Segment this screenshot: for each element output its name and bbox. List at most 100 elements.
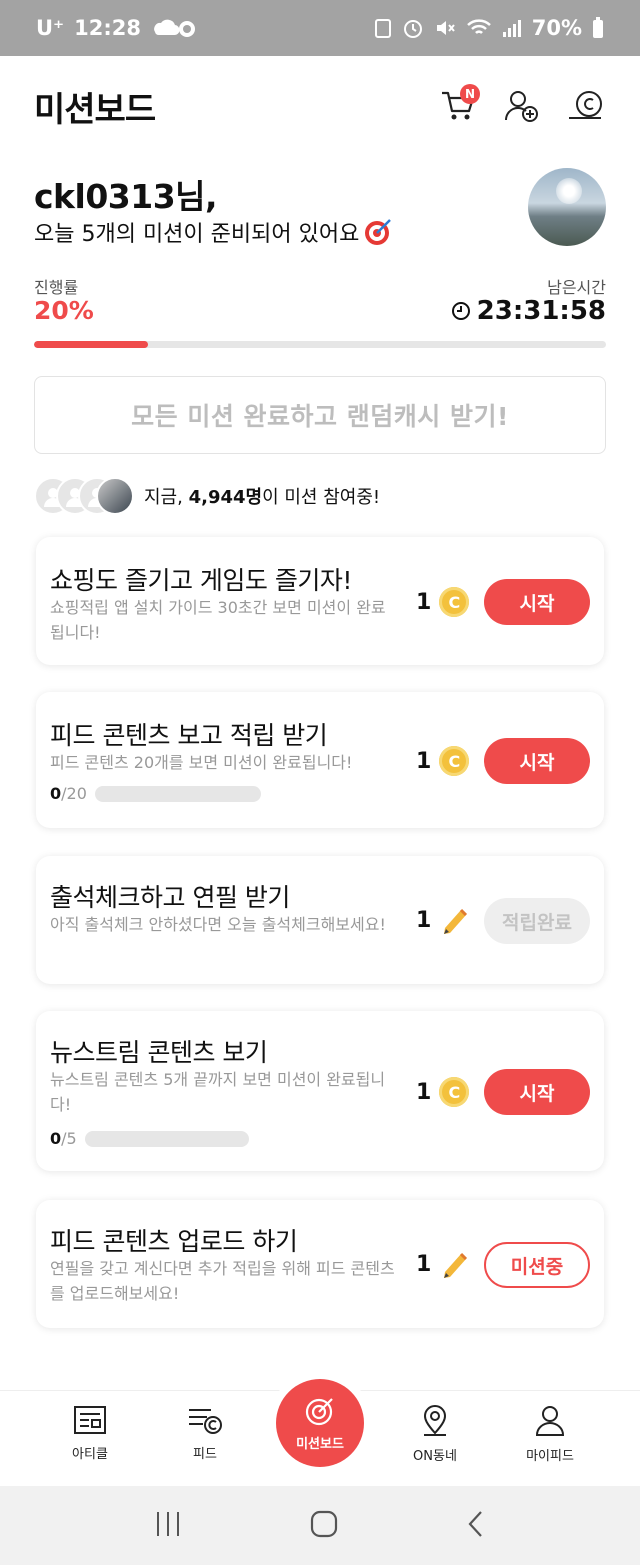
participant-avatars <box>34 477 134 515</box>
pencil-icon <box>444 1252 468 1278</box>
wifi-icon <box>466 17 492 39</box>
progress-total: /5 <box>61 1129 77 1148</box>
location-pin-icon <box>423 1405 447 1436</box>
nav-town[interactable]: ON동네 <box>390 1405 480 1464</box>
mute-icon <box>434 17 456 39</box>
mission-reward: 1 C <box>416 587 470 617</box>
mission-progress: 0/20 <box>50 784 261 803</box>
nav-my-feed[interactable]: 마이피드 <box>505 1405 595 1464</box>
coin-icon: C <box>439 587 470 617</box>
alarm-icon <box>402 17 424 39</box>
mission-progress-bar <box>94 785 261 802</box>
remaining-time-value: 23:31:58 <box>476 296 606 326</box>
mission-title: 피드 콘텐츠 보고 적립 받기 <box>50 721 328 750</box>
article-icon <box>74 1406 106 1434</box>
remaining-time: 23:31:58 <box>451 296 606 326</box>
mission-title: 뉴스트림 콘텐츠 보기 <box>50 1038 268 1067</box>
remaining-time-label: 남은시간 <box>547 278 606 297</box>
cloud-notification-icon <box>151 16 197 40</box>
reward-amount: 1 <box>416 748 432 774</box>
mission-progress-bar <box>84 1130 249 1147</box>
mission-reward: 1 <box>416 904 471 936</box>
clock-icon <box>451 302 470 320</box>
mission-completed-button: 적립완료 <box>484 898 590 944</box>
add-user-icon <box>504 91 538 122</box>
signal-icon <box>502 17 522 39</box>
reward-amount: 1 <box>416 907 432 933</box>
battery-percent: 70% <box>531 16 582 40</box>
progress-bar <box>34 341 606 348</box>
participants-prefix: 지금, <box>144 487 189 508</box>
carrier-label: U⁺ <box>36 16 65 40</box>
progress-total: /20 <box>61 784 87 803</box>
recent-apps-icon[interactable] <box>153 1510 183 1542</box>
feed-icon <box>189 1409 222 1434</box>
coin-icon: C <box>439 1077 470 1107</box>
clock: 12:28 <box>74 16 141 40</box>
mission-progress: 0/5 <box>50 1129 249 1148</box>
reward-amount: 1 <box>416 589 432 615</box>
progress-bar-fill <box>34 341 149 348</box>
add-friend-button[interactable] <box>502 86 542 126</box>
coin-icon: C <box>439 746 470 776</box>
start-mission-button[interactable]: 시작 <box>484 579 590 625</box>
cart-button[interactable]: N <box>438 84 480 126</box>
nav-mission-board[interactable]: 미션보드 <box>276 1379 364 1467</box>
cash-button[interactable] <box>566 86 606 126</box>
mission-card[interactable]: 뉴스트림 콘텐츠 보기 뉴스트림 콘텐츠 5개 끝까지 보면 미션이 완료됩니다… <box>36 1011 604 1171</box>
mission-card[interactable]: 출석체크하고 연필 받기 아직 출석체크 안하셨다면 오늘 출석체크해보세요! … <box>36 856 604 984</box>
greeting-name: ckl0313님, <box>34 177 218 216</box>
mission-reward: 1 <box>416 1248 471 1280</box>
nav-town-label: ON동네 <box>413 1449 457 1464</box>
participants-suffix: 이 미션 참여중! <box>262 487 381 508</box>
start-mission-button[interactable]: 시작 <box>484 738 590 784</box>
mission-title: 쇼핑도 즐기고 게임도 즐기자! <box>50 566 352 595</box>
home-icon[interactable] <box>309 1509 339 1543</box>
battery-icon <box>592 17 604 39</box>
mission-description: 아직 출석체크 안하셨다면 오늘 출석체크해보세요! <box>50 915 386 934</box>
progress-label: 진행률 <box>34 278 79 297</box>
mission-reward: 1 C <box>416 1077 470 1107</box>
nav-mission-board-label: 미션보드 <box>296 1436 344 1452</box>
mission-description: 연필을 갖고 계신다면 추가 적립을 위해 피드 콘텐츠를 업로드해보세요! <box>50 1259 395 1303</box>
app-header: 미션보드 N <box>0 56 640 156</box>
system-navigation <box>0 1486 640 1565</box>
nav-article-label: 아티클 <box>72 1447 108 1462</box>
greeting-text: 오늘 5개의 미션이 준비되어 있어요 <box>34 222 360 247</box>
nav-article[interactable]: 아티클 <box>45 1405 135 1462</box>
user-icon <box>535 1406 565 1436</box>
mission-in-progress-button[interactable]: 미션중 <box>484 1242 590 1288</box>
participants-row: 지금, 4,944명이 미션 참여중! <box>34 477 380 515</box>
progress-done: 0 <box>50 1129 62 1148</box>
profile-avatar[interactable] <box>528 168 606 246</box>
pencil-icon <box>444 908 468 934</box>
mission-card[interactable]: 쇼핑도 즐기고 게임도 즐기자! 쇼핑적립 앱 설치 가이드 30초간 보면 미… <box>36 537 604 665</box>
status-bar: U⁺ 12:28 70% <box>0 0 640 56</box>
greeting-subtitle: 오늘 5개의 미션이 준비되어 있어요 <box>34 216 393 248</box>
back-icon[interactable] <box>465 1509 487 1543</box>
participant-avatar <box>96 477 134 515</box>
progress-value: 20% <box>34 296 94 325</box>
avatar-photo <box>556 178 582 204</box>
mission-reward: 1 C <box>416 746 470 776</box>
nav-feed-label: 피드 <box>193 1447 217 1462</box>
mission-description: 피드 콘텐츠 20개를 보면 미션이 완료됩니다! <box>50 753 353 772</box>
page-title: 미션보드 <box>34 89 156 130</box>
participants-text: 지금, 4,944명이 미션 참여중! <box>144 483 380 509</box>
progress-done: 0 <box>50 784 62 803</box>
mission-card[interactable]: 피드 콘텐츠 보고 적립 받기 피드 콘텐츠 20개를 보면 미션이 완료됩니다… <box>36 692 604 828</box>
reward-amount: 1 <box>416 1079 432 1105</box>
mission-card[interactable]: 피드 콘텐츠 업로드 하기 연필을 갖고 계신다면 추가 적립을 위해 피드 콘… <box>36 1200 604 1328</box>
nav-feed[interactable]: 피드 <box>160 1405 250 1462</box>
complete-all-reward-button[interactable]: 모든 미션 완료하고 랜덤캐시 받기! <box>34 376 606 454</box>
mission-description: 쇼핑적립 앱 설치 가이드 30초간 보면 미션이 완료됩니다! <box>50 598 386 642</box>
mission-description: 뉴스트림 콘텐츠 5개 끝까지 보면 미션이 완료됩니다! <box>50 1070 386 1114</box>
cash-coin-icon <box>569 91 602 119</box>
cart-badge: N <box>460 84 480 104</box>
reward-amount: 1 <box>416 1251 432 1277</box>
nav-my-feed-label: 마이피드 <box>526 1449 574 1464</box>
participants-count: 4,944명 <box>188 487 263 508</box>
bottom-navigation: 아티클 피드 미션보드 ON동네 마이피드 <box>0 1379 640 1486</box>
mission-title: 피드 콘텐츠 업로드 하기 <box>50 1227 298 1256</box>
start-mission-button[interactable]: 시작 <box>484 1069 590 1115</box>
